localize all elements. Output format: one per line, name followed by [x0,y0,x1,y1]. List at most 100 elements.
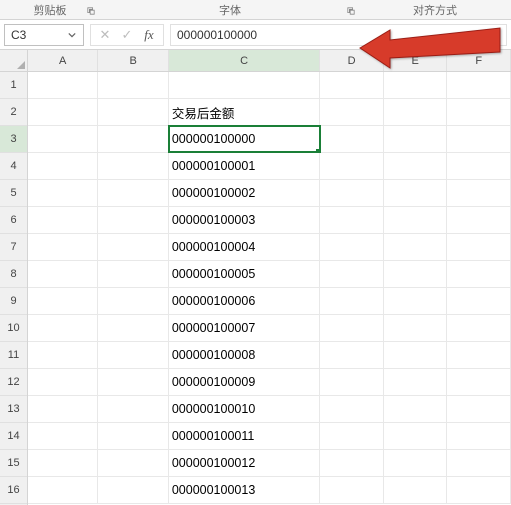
cell[interactable] [447,369,511,395]
row-header[interactable]: 4 [0,153,27,180]
cell[interactable]: 000000100002 [169,180,320,206]
cell[interactable] [384,477,448,503]
row-header[interactable]: 2 [0,99,27,126]
cell[interactable] [447,126,511,152]
cell[interactable] [384,450,448,476]
cell[interactable] [98,126,168,152]
cell[interactable] [28,261,98,287]
cell[interactable]: 000000100006 [169,288,320,314]
cell[interactable] [320,234,384,260]
row-header[interactable]: 11 [0,342,27,369]
cell[interactable] [28,396,98,422]
row-header[interactable]: 5 [0,180,27,207]
cell[interactable]: 000000100013 [169,477,320,503]
row-header[interactable]: 14 [0,423,27,450]
cell[interactable] [320,423,384,449]
cell[interactable] [447,342,511,368]
cell[interactable] [384,369,448,395]
cell[interactable] [98,153,168,179]
dialog-launcher-icon[interactable] [86,6,96,16]
cell[interactable] [98,450,168,476]
column-header[interactable]: F [447,50,511,71]
column-header[interactable]: C [169,50,321,71]
cell[interactable] [384,126,448,152]
cell[interactable]: 交易后金额 [169,99,320,125]
row-header[interactable]: 15 [0,450,27,477]
cell[interactable] [384,180,448,206]
cell[interactable] [384,396,448,422]
cell[interactable] [28,207,98,233]
formula-input[interactable]: 000000100000 [170,24,507,46]
cell[interactable] [447,99,511,125]
cell[interactable] [384,234,448,260]
cell[interactable] [320,207,384,233]
cell[interactable]: 000000100008 [169,342,320,368]
row-header[interactable]: 3 [0,126,27,153]
cell[interactable] [447,396,511,422]
cell[interactable] [28,126,98,152]
cell[interactable] [98,234,168,260]
cell[interactable] [98,72,168,98]
cell[interactable] [320,315,384,341]
cell[interactable] [28,369,98,395]
cancel-icon[interactable]: ✕ [95,26,115,44]
cell[interactable] [320,342,384,368]
cell[interactable] [320,477,384,503]
cell[interactable] [98,288,168,314]
cell[interactable] [98,369,168,395]
row-header[interactable]: 7 [0,234,27,261]
cell[interactable] [384,99,448,125]
cell[interactable] [98,396,168,422]
cell[interactable] [28,288,98,314]
cell[interactable] [447,315,511,341]
dialog-launcher-icon[interactable] [346,6,356,16]
row-header[interactable]: 16 [0,477,27,504]
cell[interactable] [384,72,448,98]
cell[interactable] [28,99,98,125]
cell[interactable] [447,477,511,503]
cell[interactable] [28,342,98,368]
cell[interactable]: 000000100003 [169,207,320,233]
cell[interactable] [447,72,511,98]
chevron-down-icon[interactable] [67,30,77,40]
cell[interactable]: 000000100012 [169,450,320,476]
cell[interactable] [169,72,320,98]
column-header[interactable]: B [98,50,168,71]
cell[interactable] [447,423,511,449]
cell[interactable] [384,315,448,341]
cell[interactable]: 000000100010 [169,396,320,422]
row-header[interactable]: 9 [0,288,27,315]
cell[interactable] [384,288,448,314]
confirm-icon[interactable]: ✓ [117,26,137,44]
cell[interactable] [28,477,98,503]
column-header[interactable]: E [384,50,448,71]
cell[interactable] [98,477,168,503]
cells-area[interactable]: 交易后金额00000010000000000010000100000010000… [28,72,511,504]
cell[interactable] [447,288,511,314]
cell[interactable]: 000000100011 [169,423,320,449]
fx-icon[interactable]: fx [139,26,159,44]
cell[interactable] [98,342,168,368]
cell[interactable] [98,315,168,341]
cell[interactable]: 000000100005 [169,261,320,287]
cell[interactable] [447,261,511,287]
row-header[interactable]: 13 [0,396,27,423]
cell[interactable] [28,315,98,341]
cell[interactable] [320,99,384,125]
cell[interactable]: 000000100001 [169,153,320,179]
cell[interactable] [447,207,511,233]
cell[interactable] [447,180,511,206]
cell[interactable] [28,153,98,179]
row-header[interactable]: 8 [0,261,27,288]
cell[interactable] [384,153,448,179]
cell[interactable]: 000000100007 [169,315,320,341]
cell[interactable]: 000000100004 [169,234,320,260]
row-header[interactable]: 1 [0,72,27,99]
cell[interactable] [320,369,384,395]
cell[interactable] [384,261,448,287]
cell[interactable] [28,450,98,476]
column-header[interactable]: D [320,50,384,71]
name-box[interactable]: C3 [4,24,84,46]
cell[interactable] [28,72,98,98]
cell[interactable] [98,423,168,449]
